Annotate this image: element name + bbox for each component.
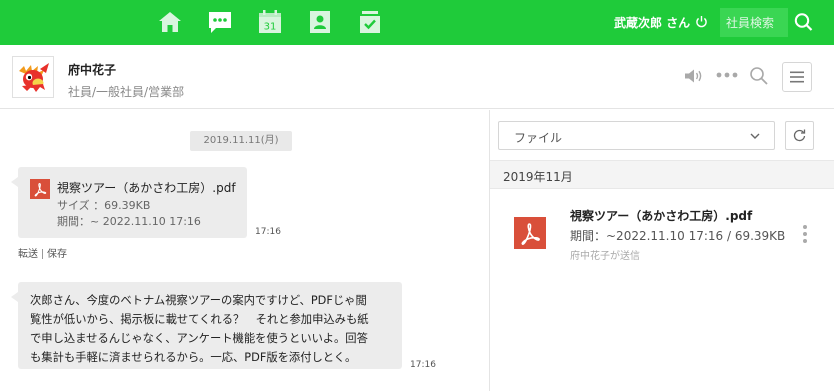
dragon-avatar-icon xyxy=(19,63,49,92)
file-item-sender: 府中花子が送信 xyxy=(570,251,640,262)
chat-message-area[interactable]: 2019.11.11(月) 視察ツアー（あかさわ工房）.pdf サイズ ：69.… xyxy=(0,110,489,391)
search-messages-icon[interactable] xyxy=(749,66,769,86)
calendar-icon[interactable]: 31 xyxy=(257,9,283,35)
contact-name: 府中花子 xyxy=(68,63,117,77)
tasks-icon[interactable] xyxy=(357,9,383,35)
file-message-bubble[interactable]: 視察ツアー（あかさわ工房）.pdf サイズ ：69.39KB 期間：~ 2022… xyxy=(11,167,247,238)
text-message-line: も集計も手軽に済ませられるから。一応、PDF版を添付しとく。 xyxy=(30,351,357,364)
current-user-label: 武蔵次郎 さん xyxy=(614,16,691,30)
employee-search-box xyxy=(720,8,788,37)
file-panel: ファイル 2019年11月 視察ツアー（あかさわ工房）.pdf 期間：~2022… xyxy=(490,110,834,391)
file-type-select-value: ファイル xyxy=(514,131,563,145)
top-navigation-bar: 31 武蔵次郎 さん xyxy=(0,0,834,45)
text-message-line: で申し込ませるんじゃなく、アンケート機能を使うといいよ。回答 xyxy=(30,332,368,345)
month-group-header: 2019年11月 xyxy=(490,160,834,189)
refresh-icon xyxy=(793,129,806,142)
file-message-title[interactable]: 視察ツアー（あかさわ工房）.pdf xyxy=(57,179,236,196)
calendar-day: 31 xyxy=(264,22,277,33)
refresh-button[interactable] xyxy=(785,121,814,150)
file-message-size: サイズ ：69.39KB xyxy=(57,199,151,212)
contact-department: 社員/一般社員/営業部 xyxy=(68,85,185,99)
month-label: 2019年11月 xyxy=(503,170,573,184)
file-message-actions: 転送 保存 xyxy=(18,245,67,260)
action-separator xyxy=(42,249,43,259)
logout-power-icon[interactable] xyxy=(695,15,708,28)
file-item-title[interactable]: 視察ツアー（あかさわ工房）.pdf xyxy=(570,207,752,224)
file-type-select[interactable]: ファイル xyxy=(498,121,775,150)
contacts-icon[interactable] xyxy=(307,9,333,35)
home-icon[interactable] xyxy=(157,9,183,35)
text-message-bubble[interactable]: 次郎さん、今度のベトナム視察ツアーの案内ですけど、PDFじゃ閲 覧性が低いから、… xyxy=(11,282,402,369)
chat-icon[interactable] xyxy=(207,9,233,35)
speaker-icon[interactable] xyxy=(684,69,704,83)
date-divider: 2019.11.11(月) xyxy=(190,131,292,151)
menu-button[interactable] xyxy=(782,62,812,92)
file-item-meta: 期間：~2022.11.10 17:16 / 69.39KB xyxy=(570,229,786,243)
forward-link[interactable]: 転送 xyxy=(18,249,38,260)
pdf-file-icon[interactable] xyxy=(514,217,546,249)
conversation-header: 府中花子 社員/一般社員/営業部 xyxy=(0,45,834,109)
chevron-down-icon xyxy=(750,133,760,139)
message-time: 17:16 xyxy=(410,360,436,370)
hamburger-menu-icon xyxy=(790,71,804,83)
avatar[interactable] xyxy=(12,56,54,98)
kebab-menu-icon[interactable] xyxy=(802,224,808,244)
message-time: 17:16 xyxy=(255,227,281,237)
text-message-line: 覧性が低いから、掲示板に載せてくれる？ それと参加申込みも紙 xyxy=(30,313,369,326)
text-message-line: 次郎さん、今度のベトナム視察ツアーの案内ですけど、PDFじゃ閲 xyxy=(30,294,367,307)
search-icon[interactable] xyxy=(788,8,820,37)
more-options-icon[interactable] xyxy=(716,72,738,78)
file-message-period: 期間：~ 2022.11.10 17:16 xyxy=(57,215,201,228)
save-link[interactable]: 保存 xyxy=(47,249,67,260)
employee-search-input[interactable] xyxy=(720,8,788,37)
pdf-file-icon xyxy=(30,179,50,199)
